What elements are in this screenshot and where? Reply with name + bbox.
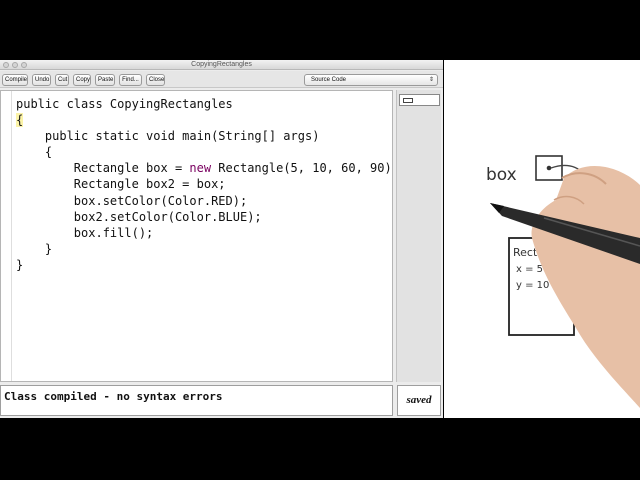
object-field-x: x = 5 <box>516 264 543 275</box>
variable-label: box <box>486 165 517 185</box>
naviview-panel[interactable] <box>396 90 441 382</box>
code-text: public class CopyingRectangles <box>16 97 233 111</box>
bluej-editor-window: CopyingRectangles Compile Undo Cut Copy … <box>0 60 443 418</box>
code-line[interactable]: Rectangle box2 = box; <box>16 176 392 192</box>
chevron-updown-icon: ⇕ <box>428 77 434 83</box>
code-area[interactable]: public class CopyingRectangles { public s… <box>16 96 393 273</box>
code-line[interactable]: public static void main(String[] args) <box>16 128 392 144</box>
paste-button[interactable]: Paste <box>95 74 115 86</box>
source-code-editor[interactable]: public class CopyingRectangles { public s… <box>0 90 393 382</box>
naviview-viewport <box>403 98 413 103</box>
reference-dot <box>546 165 552 171</box>
code-line[interactable]: box.setColor(Color.RED); <box>16 193 392 209</box>
close-button[interactable]: Close <box>146 74 165 86</box>
whiteboard: box Rectang x = 5 y = 10 <box>444 60 640 418</box>
object-field-y: y = 10 <box>516 280 549 291</box>
copy-button[interactable]: Copy <box>73 74 91 86</box>
code-text: { <box>16 145 53 160</box>
code-text: box.fill(); <box>16 225 154 240</box>
code-line[interactable]: { <box>16 112 392 128</box>
naviview-thumbnail[interactable] <box>399 94 440 106</box>
code-text: } <box>16 241 53 256</box>
view-select-value: Source Code <box>311 77 347 83</box>
code-line[interactable]: box.fill(); <box>16 225 392 241</box>
view-select[interactable]: Source Code ⇕ <box>304 74 438 86</box>
code-line[interactable]: public class CopyingRectangles <box>16 96 392 112</box>
code-text: Rectangle box2 = box; <box>16 177 226 192</box>
code-text: Rectangle box = <box>16 161 190 176</box>
compile-button[interactable]: Compile <box>2 74 28 86</box>
status-message: Class compiled - no syntax errors <box>0 385 393 416</box>
code-line[interactable]: box2.setColor(Color.BLUE); <box>16 209 392 225</box>
code-keyword: new <box>189 161 212 176</box>
toolbar: Compile Undo Cut Copy Paste Find... Clos… <box>0 71 443 88</box>
line-gutter <box>1 91 12 381</box>
saved-indicator: saved <box>397 385 441 416</box>
window-title: CopyingRectangles <box>191 61 252 68</box>
code-text: } <box>16 257 24 272</box>
code-text: public static void main(String[] args) <box>16 129 320 144</box>
cut-button[interactable]: Cut <box>55 74 69 86</box>
code-line[interactable]: } <box>16 257 392 273</box>
code-line[interactable]: { <box>16 144 392 160</box>
code-text: Rectangle(5, 10, 60, 90); <box>211 161 393 176</box>
code-line[interactable]: Rectangle box = new Rectangle(5, 10, 60,… <box>16 160 393 176</box>
code-text: box.setColor(Color.RED); <box>16 193 248 208</box>
title-bar: CopyingRectangles <box>0 60 443 70</box>
find-button[interactable]: Find... <box>119 74 142 86</box>
code-brace: { <box>16 113 24 128</box>
undo-button[interactable]: Undo <box>32 74 51 86</box>
code-line[interactable]: } <box>16 241 392 257</box>
code-text: box2.setColor(Color.BLUE); <box>16 209 262 224</box>
